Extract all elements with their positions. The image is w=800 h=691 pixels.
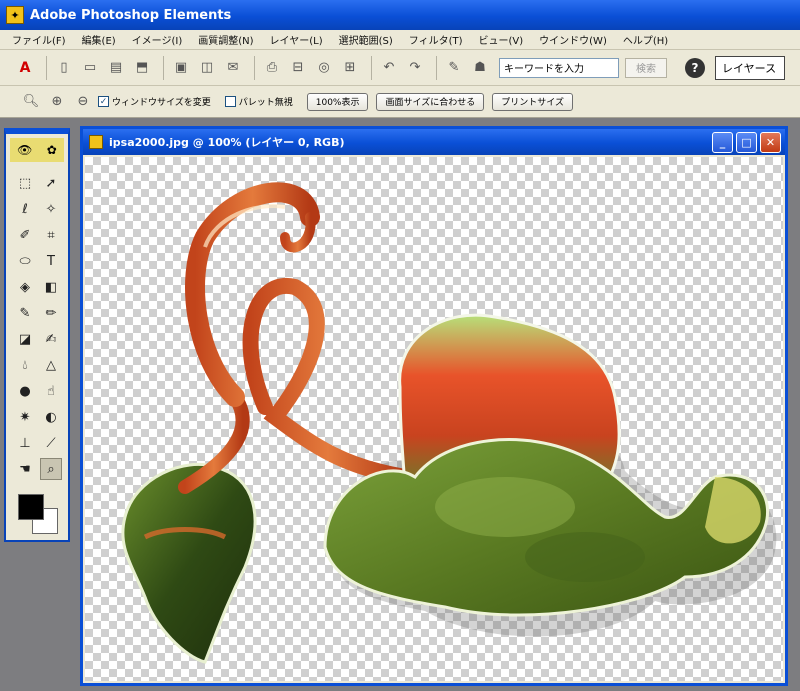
impressionist-brush-tool-icon[interactable]: ✍	[40, 328, 62, 350]
adobe-logo-icon[interactable]: A	[14, 57, 36, 79]
fit-on-screen-button[interactable]: 画面サイズに合わせる	[376, 92, 485, 111]
move-tool-icon[interactable]: ➚	[40, 172, 62, 194]
import-icon[interactable]: ⬒	[131, 57, 153, 79]
document-icon	[89, 135, 103, 149]
minimize-icon[interactable]: _	[712, 131, 733, 153]
layers-palette-tab[interactable]: レイヤース	[715, 55, 785, 80]
document-window: ipsa2000.jpg @ 100% (レイヤー 0, RGB) _ □ ✕	[80, 126, 788, 686]
hand-tool-icon[interactable]: ☚	[14, 458, 36, 480]
toolbar-divider	[46, 55, 47, 80]
gradient-tool-icon[interactable]: ◧	[40, 276, 62, 298]
save-icon[interactable]: ▣	[170, 57, 192, 79]
eyedropper-tool-icon[interactable]: ⟋	[40, 432, 62, 454]
help-icon[interactable]: ?	[685, 57, 705, 78]
close-icon[interactable]: ✕	[760, 131, 781, 153]
attach-email-icon[interactable]: ✉	[222, 57, 244, 79]
lasso-tool-icon[interactable]: ℓ	[14, 198, 36, 220]
red-eye-tool-icon[interactable]: ✷	[14, 406, 36, 428]
online-services-icon[interactable]: ◎	[313, 57, 335, 79]
menu-bar: ファイル(F) 編集(E) イメージ(I) 画質調整(N) レイヤー(L) 選択…	[0, 30, 800, 50]
eye-icon: 👁︎	[17, 143, 33, 157]
zoom-tool-icon[interactable]: 🔍︎	[20, 91, 42, 113]
shortcuts-toolbar: A ▯ ▭ ▤ ⬒ ▣ ◫ ✉ ⎙ ⊟ ◎ ⊞ ↶ ↷ ✎ ☗ 検索 ? レイヤ…	[0, 50, 800, 86]
menu-view[interactable]: ビュー(V)	[471, 32, 532, 47]
flower-icon: ✿	[46, 143, 57, 157]
zoom-in-icon[interactable]: ⊕	[46, 91, 68, 113]
actual-pixels-button[interactable]: 100%表示	[306, 92, 369, 111]
menu-layer[interactable]: レイヤー(L)	[262, 32, 331, 47]
redo-icon[interactable]: ↷	[404, 57, 426, 79]
type-tool-icon[interactable]: T	[40, 250, 62, 272]
menu-edit[interactable]: 編集(E)	[74, 32, 124, 47]
toolbox: 👁︎ ✿ ⬚ ➚ ℓ ✧ ✐ ⌗ ⬭ T ◈ ◧ ✎ ✏ ◪ ✍ 💧︎ △ ● …	[4, 128, 70, 542]
print-layouts-icon[interactable]: ⊞	[339, 57, 361, 79]
magic-wand-tool-icon[interactable]: ✧	[40, 198, 62, 220]
toolbar-divider	[436, 55, 437, 80]
print-size-button[interactable]: プリントサイズ	[492, 92, 573, 111]
shape-tool-icon[interactable]: ⬭	[14, 250, 36, 272]
toolbar-divider	[371, 55, 372, 80]
browse-icon[interactable]: ▤	[105, 57, 127, 79]
ignore-palettes-label: パレット無視	[238, 98, 293, 108]
pencil-tool-icon[interactable]: ✏	[40, 302, 62, 324]
image-canvas[interactable]	[85, 157, 783, 681]
undo-icon[interactable]: ↶	[378, 57, 400, 79]
foreground-color-swatch[interactable]	[18, 494, 44, 520]
menu-image[interactable]: イメージ(I)	[124, 32, 191, 47]
eraser-tool-icon[interactable]: ◪	[14, 328, 36, 350]
new-file-icon[interactable]: ▯	[53, 57, 75, 79]
menu-file[interactable]: ファイル(F)	[4, 32, 74, 47]
options-bar: 🔍︎ ⊕ ⊖ ✓ ウィンドウサイズを変更 パレット無視 100%表示 画面サイズ…	[0, 86, 800, 118]
dodge-burn-tool-icon[interactable]: ◐	[40, 406, 62, 428]
print-icon[interactable]: ⎙	[261, 57, 283, 79]
app-title: Adobe Photoshop Elements	[30, 7, 232, 23]
search-button[interactable]: 検索	[625, 57, 667, 78]
toolbox-header: 👁︎ ✿	[10, 138, 64, 162]
tool-grid: ⬚ ➚ ℓ ✧ ✐ ⌗ ⬭ T ◈ ◧ ✎ ✏ ◪ ✍ 💧︎ △ ● ☝ ✷ ◐…	[6, 166, 68, 486]
resize-windows-option[interactable]: ✓ ウィンドウサイズを変更	[98, 95, 211, 108]
clone-stamp-tool-icon[interactable]: ⊥	[14, 432, 36, 454]
step-by-step-icon[interactable]: ☗	[469, 57, 491, 79]
sharpen-tool-icon[interactable]: △	[40, 354, 62, 376]
document-titlebar[interactable]: ipsa2000.jpg @ 100% (レイヤー 0, RGB) _ □ ✕	[83, 129, 785, 155]
window-controls: _ □ ✕	[712, 131, 785, 153]
menu-enhance[interactable]: 画質調整(N)	[190, 32, 261, 47]
document-title: ipsa2000.jpg @ 100% (レイヤー 0, RGB)	[109, 136, 345, 149]
marquee-tool-icon[interactable]: ⬚	[14, 172, 36, 194]
blur-tool-icon[interactable]: 💧︎	[14, 354, 36, 376]
menu-help[interactable]: ヘルプ(H)	[615, 32, 676, 47]
open-file-icon[interactable]: ▭	[79, 57, 101, 79]
toolbar-divider	[163, 55, 164, 80]
search-input[interactable]	[499, 57, 619, 78]
photoshop-elements-icon: ✦	[6, 6, 24, 24]
salad-shape-artwork	[121, 182, 777, 664]
color-swatches	[14, 492, 60, 542]
menu-filter[interactable]: フィルタ(T)	[401, 32, 471, 47]
brush-tool-icon[interactable]: ✎	[14, 302, 36, 324]
ignore-palettes-option[interactable]: パレット無視	[224, 95, 293, 108]
quick-fix-icon[interactable]: ✎	[443, 57, 465, 79]
smudge-tool-icon[interactable]: ☝	[40, 380, 62, 402]
selection-brush-tool-icon[interactable]: ✐	[14, 224, 36, 246]
ignore-palettes-checkbox[interactable]	[224, 96, 236, 107]
maximize-icon[interactable]: □	[736, 131, 757, 153]
crop-tool-icon[interactable]: ⌗	[40, 224, 62, 246]
resize-windows-checkbox[interactable]: ✓	[98, 96, 109, 107]
toolbar-divider	[254, 55, 255, 80]
paint-bucket-tool-icon[interactable]: ◈	[14, 276, 36, 298]
save-for-web-icon[interactable]: ◫	[196, 57, 218, 79]
app-titlebar: ✦ Adobe Photoshop Elements	[0, 0, 800, 30]
menu-select[interactable]: 選択範囲(S)	[331, 32, 401, 47]
sponge-tool-icon[interactable]: ●	[14, 380, 36, 402]
resize-windows-label: ウィンドウサイズを変更	[112, 98, 211, 108]
menu-window[interactable]: ウインドウ(W)	[531, 32, 615, 47]
zoom-out-icon[interactable]: ⊖	[72, 91, 94, 113]
print-preview-icon[interactable]: ⊟	[287, 57, 309, 79]
zoom-tool-icon[interactable]: ⌕	[40, 458, 62, 480]
